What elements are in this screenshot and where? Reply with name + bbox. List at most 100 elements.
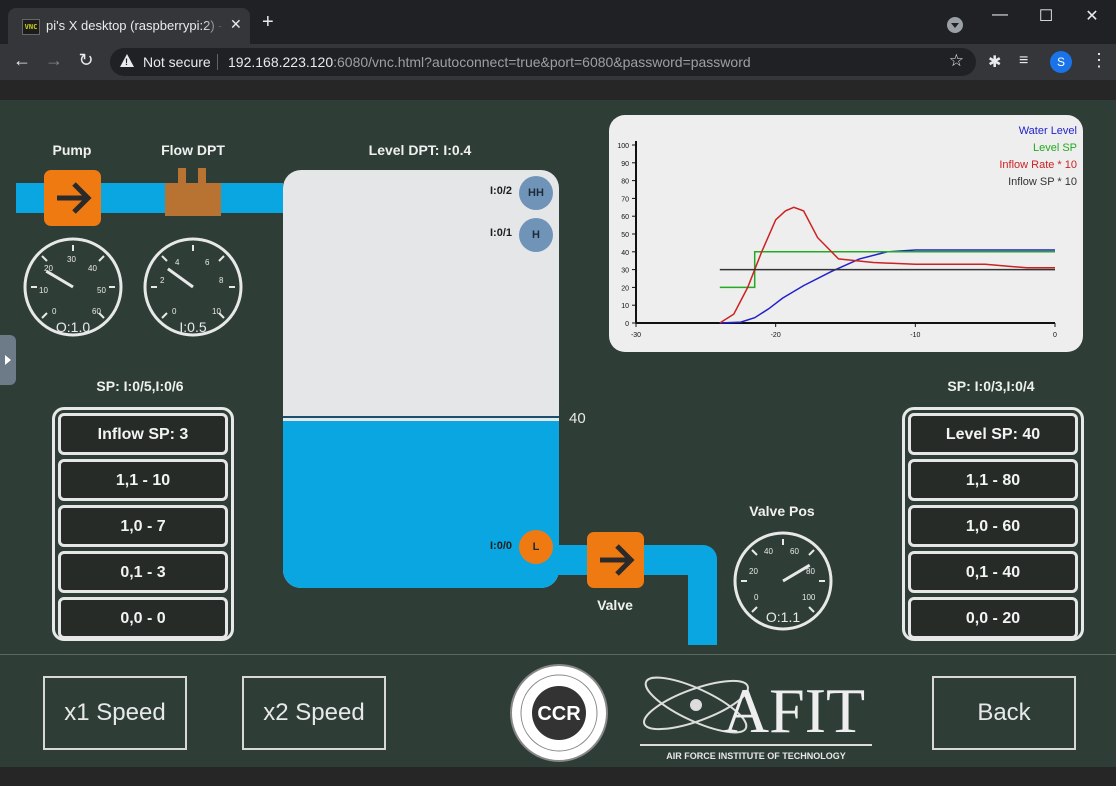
chart-y-tick-label: 100: [617, 143, 629, 150]
sensor-hh-indicator: HH: [519, 176, 553, 210]
sensor-hh-tag: I:0/2: [490, 185, 513, 197]
flow-dpt-label: Flow DPT: [161, 142, 225, 158]
chart-series-line-0: [719, 249, 1055, 324]
chart-legend-entry-2: Inflow Rate * 10: [999, 159, 1077, 171]
reading-list-icon[interactable]: ≡: [1019, 52, 1028, 70]
profile-avatar[interactable]: S: [1050, 51, 1072, 73]
pump-gauge-readout: O:1.0: [56, 319, 90, 335]
chart-legend-entry-3: Inflow SP * 10: [1008, 176, 1077, 188]
x2-speed-button[interactable]: x2 Speed: [242, 676, 386, 750]
footer-divider: [0, 654, 1116, 655]
tank-setpoint-line: [283, 416, 559, 418]
new-tab-button[interactable]: +: [262, 12, 274, 32]
not-secure-label: Not secure: [143, 54, 211, 70]
vnc-canvas[interactable]: Pump Flow DPT Level DPT: I:0.4 0 10 20 3…: [0, 80, 1116, 786]
inflow-sp-option-1-1[interactable]: 1,1 - 10: [58, 459, 228, 501]
tank-setpoint-value: 40: [569, 410, 586, 427]
chart-legend-entry-1: Level SP: [1033, 142, 1077, 154]
x1-speed-button[interactable]: x1 Speed: [43, 676, 187, 750]
pump-gauge-tick-10: 10: [39, 286, 48, 295]
tab-title: pi's X desktop (raspberrypi:2) - noVNC: [46, 18, 224, 33]
browser-tab-bar: VNC pi's X desktop (raspberrypi:2) - noV…: [0, 0, 1116, 44]
pump-gauge-tick-30: 30: [67, 255, 76, 264]
pump-gauge-tick-0: 0: [52, 307, 57, 316]
browser-tab[interactable]: VNC pi's X desktop (raspberrypi:2) - noV…: [8, 8, 250, 44]
inflow-sp-option-1-0[interactable]: 1,0 - 7: [58, 505, 228, 547]
valve-gauge-tick-0: 0: [754, 593, 759, 602]
chart-y-tick-label: 30: [621, 268, 629, 275]
chart-y-tick-label: 40: [621, 250, 629, 257]
chart-x-tick-label: -30: [631, 332, 641, 339]
chart-y-tick-label: 80: [621, 179, 629, 186]
forward-arrow-icon[interactable]: →: [42, 50, 66, 71]
chart-y-tick-label: 70: [621, 196, 629, 203]
inflow-sp-option-0-0[interactable]: 0,0 - 0: [58, 597, 228, 639]
level-sp-option-1-0[interactable]: 1,0 - 60: [908, 505, 1078, 547]
tank: I:0/2 HH I:0/1 H I:0/0 L: [283, 170, 559, 588]
valve-pos-label: Valve Pos: [749, 503, 815, 519]
tab-search-icon[interactable]: [947, 17, 963, 33]
trend-chart-panel: 0 10 20 30 40 50 60 70 80 90 100 -30 -20 -10 0 Water L…: [609, 115, 1083, 352]
chart-x-tick-label: -10: [910, 332, 920, 339]
level-sp-display: Level SP: 40: [908, 413, 1078, 455]
flow-gauge-tick-8: 8: [219, 276, 224, 285]
minimize-icon[interactable]: —: [985, 6, 1015, 24]
chart-y-tick-label: 60: [621, 214, 629, 221]
maximize-icon[interactable]: ☐: [1031, 6, 1061, 26]
pump-gauge-tick-40: 40: [88, 264, 97, 273]
back-button[interactable]: Back: [932, 676, 1076, 750]
chart-legend: Water Level Level SP Inflow Rate * 10 Inflo…: [999, 125, 1077, 188]
inflow-sp-option-0-1[interactable]: 0,1 - 3: [58, 551, 228, 593]
extensions-puzzle-icon[interactable]: ✱: [988, 52, 1001, 72]
canvas-bottom-bar: [0, 767, 1116, 786]
sensor-h-indicator: H: [519, 218, 553, 252]
reload-icon[interactable]: ↻: [74, 50, 98, 71]
level-dpt-label: Level DPT: I:0.4: [368, 142, 472, 158]
flow-gauge-tick-10: 10: [212, 307, 221, 316]
chart-series-line-2: [719, 206, 1055, 324]
novnc-sidebar-handle[interactable]: [0, 335, 16, 385]
pump-gauge-tick-50: 50: [97, 286, 106, 295]
flow-dpt-tap-left: [178, 168, 186, 184]
valve-gauge-readout: O:1.1: [766, 609, 800, 625]
address-bar[interactable]: ! Not secure 192.168.223.120:6080/vnc.ht…: [110, 48, 976, 76]
ccr-logo-text: CCR: [537, 703, 581, 725]
chart-y-tick-label: 50: [621, 232, 629, 239]
flow-dpt-body: [165, 183, 221, 216]
level-sp-panel: Level SP: 40 1,1 - 80 1,0 - 60 0,1 - 40 …: [902, 407, 1084, 641]
inflow-sp-panel: Inflow SP: 3 1,1 - 10 1,0 - 7 0,1 - 3 0,…: [52, 407, 234, 641]
flow-gauge: 0 2 4 6 8 10 I:0.5: [143, 237, 243, 337]
valve-label: Valve: [597, 597, 633, 613]
pump-label: Pump: [52, 142, 92, 158]
valve-gauge-tick-40: 40: [764, 547, 773, 556]
flow-gauge-readout: I:0.5: [179, 319, 206, 335]
sensor-h-tag: I:0/1: [490, 227, 513, 239]
valve-gauge-tick-80: 80: [806, 567, 815, 576]
menu-kebab-icon[interactable]: ⋮: [1090, 50, 1108, 71]
tab-close-icon[interactable]: ✕: [230, 16, 242, 33]
valve-button[interactable]: [587, 532, 644, 588]
flow-gauge-tick-4: 4: [175, 258, 180, 267]
right-panel-header: SP: I:0/3,I:0/4: [947, 378, 1035, 394]
chart-y-tick-label: 90: [621, 161, 629, 168]
bookmark-star-icon[interactable]: ☆: [949, 51, 964, 71]
tank-water: [283, 421, 559, 588]
level-sp-option-1-1[interactable]: 1,1 - 80: [908, 459, 1078, 501]
chart-legend-entry-0: Water Level: [1019, 125, 1077, 137]
flow-gauge-tick-0: 0: [172, 307, 177, 316]
valve-gauge-tick-100: 100: [802, 593, 816, 602]
url-text[interactable]: 192.168.223.120:6080/vnc.html?autoconnec…: [228, 54, 751, 70]
chart-axes: 0 10 20 30 40 50 60 70 80 90 100 -30 -20 -10 0: [617, 141, 1057, 339]
pump-button[interactable]: [44, 170, 101, 226]
window-close-icon[interactable]: ✕: [1077, 6, 1107, 26]
flow-dpt-tap-right: [198, 168, 206, 184]
chart-y-tick-label: 20: [621, 285, 629, 292]
address-separator: [217, 54, 218, 70]
vnc-favicon-icon: VNC: [22, 19, 40, 35]
level-sp-option-0-1[interactable]: 0,1 - 40: [908, 551, 1078, 593]
back-arrow-icon[interactable]: ←: [10, 50, 34, 71]
level-sp-option-0-0[interactable]: 0,0 - 20: [908, 597, 1078, 639]
canvas-top-bar: [0, 80, 1116, 100]
sensor-l-tag: I:0/0: [490, 540, 513, 552]
trend-chart: 0 10 20 30 40 50 60 70 80 90 100 -30 -20 -10 0 Water L…: [617, 125, 1077, 339]
